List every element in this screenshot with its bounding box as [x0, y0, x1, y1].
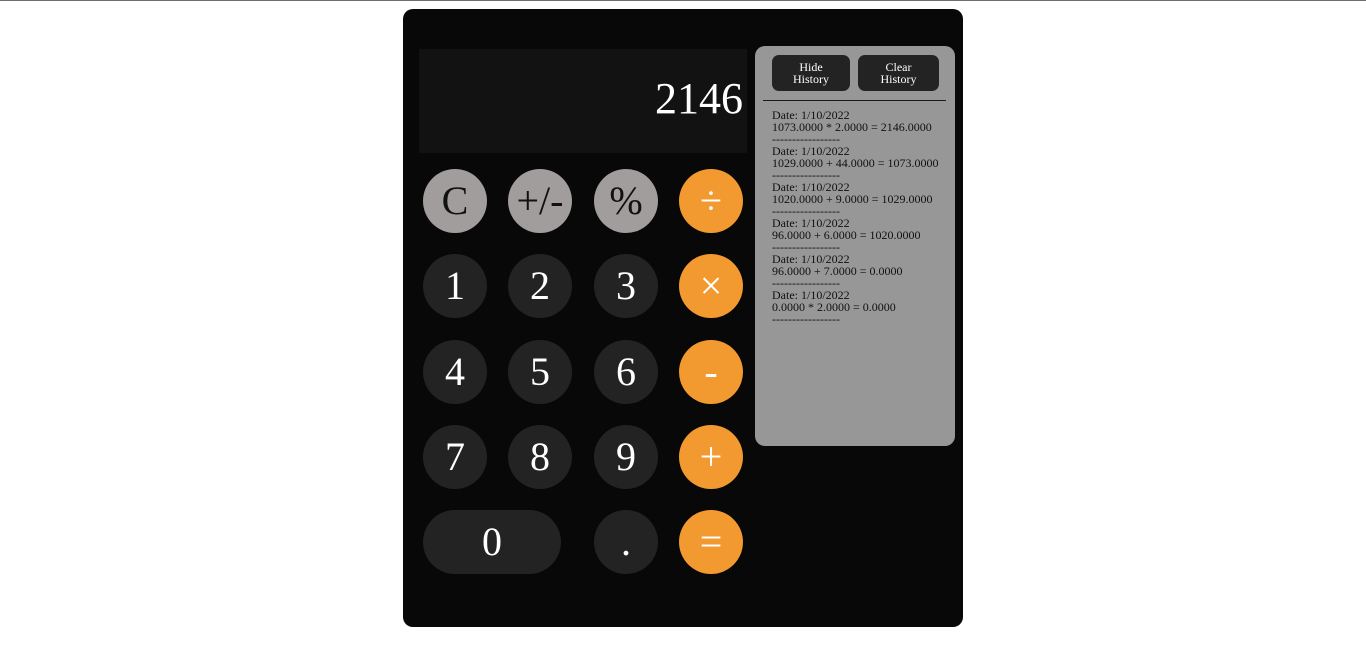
- clear-history-label-line2: History: [880, 72, 917, 86]
- history-entry: Date: 1/10/2022 96.0000 + 6.0000 = 1020.…: [772, 217, 950, 253]
- digit-2-button[interactable]: 2: [508, 254, 572, 318]
- digit-5-button[interactable]: 5: [508, 340, 572, 404]
- calculator: 2146 C +/- % ÷ 1 2 3 × 4 5 6 - 7 8 9 + 0…: [403, 9, 963, 627]
- history-list: Date: 1/10/2022 1073.0000 * 2.0000 = 214…: [772, 109, 950, 325]
- display-value: 2146: [655, 74, 743, 123]
- history-panel: Hide History Clear History Date: 1/10/20…: [755, 46, 955, 446]
- digit-6-button[interactable]: 6: [594, 340, 658, 404]
- toggle-sign-button[interactable]: +/-: [508, 169, 572, 233]
- equals-button[interactable]: =: [679, 510, 743, 574]
- history-entry-separator: -----------------: [772, 312, 840, 326]
- clear-button[interactable]: C: [423, 169, 487, 233]
- history-divider: [763, 100, 946, 101]
- digit-8-button[interactable]: 8: [508, 425, 572, 489]
- history-entry: Date: 1/10/2022 0.0000 * 2.0000 = 0.0000…: [772, 289, 950, 325]
- digit-0-button[interactable]: 0: [423, 510, 561, 574]
- multiply-button[interactable]: ×: [679, 254, 743, 318]
- history-entry: Date: 1/10/2022 96.0000 + 7.0000 = 0.000…: [772, 253, 950, 289]
- history-entry: Date: 1/10/2022 1020.0000 + 9.0000 = 102…: [772, 181, 950, 217]
- hide-history-button[interactable]: Hide History: [772, 55, 850, 91]
- clear-history-button[interactable]: Clear History: [858, 55, 939, 91]
- divide-button[interactable]: ÷: [679, 169, 743, 233]
- history-entry: Date: 1/10/2022 1029.0000 + 44.0000 = 10…: [772, 145, 950, 181]
- digit-3-button[interactable]: 3: [594, 254, 658, 318]
- digit-4-button[interactable]: 4: [423, 340, 487, 404]
- top-border: [0, 0, 1366, 1]
- percent-button[interactable]: %: [594, 169, 658, 233]
- digit-1-button[interactable]: 1: [423, 254, 487, 318]
- digit-9-button[interactable]: 9: [594, 425, 658, 489]
- subtract-button[interactable]: -: [679, 340, 743, 404]
- add-button[interactable]: +: [679, 425, 743, 489]
- hide-history-label-line2: History: [793, 72, 829, 86]
- display: 2146: [419, 49, 747, 153]
- digit-7-button[interactable]: 7: [423, 425, 487, 489]
- history-entry: Date: 1/10/2022 1073.0000 * 2.0000 = 214…: [772, 109, 950, 145]
- decimal-button[interactable]: .: [594, 510, 658, 574]
